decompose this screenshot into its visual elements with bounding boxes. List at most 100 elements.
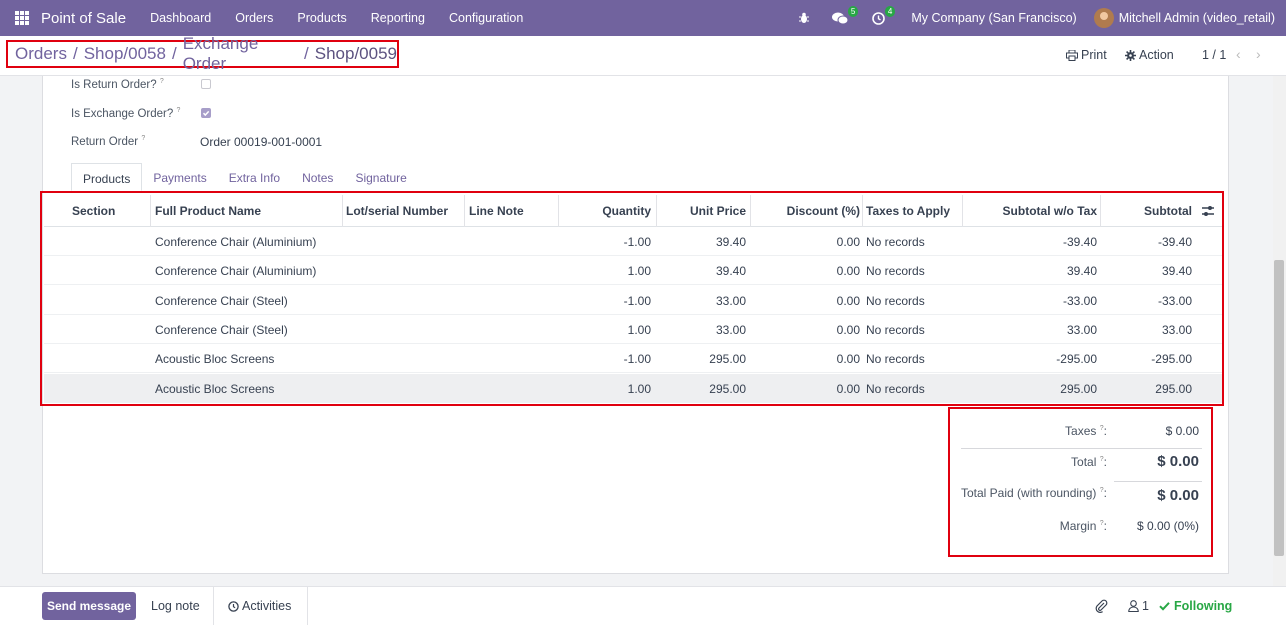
followers-button[interactable]: 1 xyxy=(1128,587,1149,625)
margin-value: $ 0.00 (0%) xyxy=(1136,519,1199,533)
cell-quantity: -1.00 xyxy=(623,352,651,367)
cell-subtotal-wo-tax: 39.40 xyxy=(1066,264,1097,279)
col-quantity[interactable]: Quantity xyxy=(602,204,651,218)
cell-subtotal-wo-tax: -39.40 xyxy=(1062,235,1097,249)
menu-reporting[interactable]: Reporting xyxy=(359,11,437,25)
cell-taxes: No records xyxy=(866,352,925,367)
activities-clock-icon[interactable]: 4 xyxy=(872,5,896,25)
pager-next-icon[interactable]: › xyxy=(1256,46,1261,62)
user-avatar[interactable] xyxy=(1093,8,1114,28)
cell-unit-price: 295.00 xyxy=(709,352,746,367)
log-note-button[interactable]: Log note xyxy=(151,587,200,625)
cell-discount: 0.00 xyxy=(836,322,860,337)
menu-configuration[interactable]: Configuration xyxy=(437,11,535,25)
menu-dashboard[interactable]: Dashboard xyxy=(138,11,223,25)
print-icon xyxy=(1066,49,1078,61)
gear-icon xyxy=(1125,49,1136,61)
cell-quantity: 1.00 xyxy=(627,322,651,337)
col-subtotal-wo-tax[interactable]: Subtotal w/o Tax xyxy=(1003,204,1097,218)
cell-quantity: -1.00 xyxy=(623,293,651,308)
table-header: Section Full Product Name Lot/serial Num… xyxy=(44,195,1222,227)
top-navbar: Point of Sale Dashboard Orders Products … xyxy=(0,0,1286,36)
table-row[interactable]: Conference Chair (Aluminium) -1.00 39.40 0.… xyxy=(44,227,1222,256)
breadcrumb-separator: / xyxy=(171,44,177,63)
user-menu[interactable]: Mitchell Admin (video_retail) xyxy=(1119,11,1275,25)
cell-subtotal: 295.00 xyxy=(1155,381,1192,396)
breadcrumb-orders[interactable]: Orders xyxy=(15,44,67,64)
cell-taxes: No records xyxy=(866,381,925,396)
total-paid-value: $ 0.00 xyxy=(1157,487,1199,504)
messages-icon[interactable]: 5 xyxy=(832,5,859,25)
cell-product-name: Conference Chair (Aluminium) xyxy=(155,264,317,279)
apps-menu-icon[interactable] xyxy=(15,11,29,25)
cell-taxes: No records xyxy=(866,293,925,308)
taxes-label: Taxes ?: xyxy=(1065,424,1107,438)
cell-unit-price: 39.40 xyxy=(715,235,746,249)
col-taxes-to-apply[interactable]: Taxes to Apply xyxy=(866,204,950,218)
breadcrumb: Orders / Shop/0058 / Exchange Order / Sh… xyxy=(6,34,399,73)
activities-label: Activities xyxy=(242,599,292,613)
send-message-button[interactable]: Send message xyxy=(42,592,136,620)
cell-subtotal-wo-tax: -295.00 xyxy=(1056,352,1097,367)
cell-subtotal: 33.00 xyxy=(1161,322,1192,337)
cell-subtotal: 39.40 xyxy=(1161,264,1192,279)
is-return-order-checkbox[interactable] xyxy=(201,79,211,89)
cell-product-name: Acoustic Bloc Screens xyxy=(155,381,275,396)
checkmark-icon xyxy=(202,110,210,117)
col-line-note[interactable]: Line Note xyxy=(469,204,524,218)
return-order-label: Return Order ? xyxy=(71,135,146,148)
cell-taxes: No records xyxy=(866,322,925,337)
action-label: Action xyxy=(1139,48,1174,62)
user-icon xyxy=(1128,600,1139,612)
cell-subtotal: -33.00 xyxy=(1157,293,1192,308)
app-name[interactable]: Point of Sale xyxy=(41,10,126,27)
return-order-value[interactable]: Order 00019-001-0001 xyxy=(200,135,322,149)
pager-previous-icon[interactable]: ‹ xyxy=(1236,46,1241,62)
col-unit-price[interactable]: Unit Price xyxy=(690,204,746,218)
debug-bug-icon[interactable] xyxy=(798,12,810,24)
cell-subtotal: -295.00 xyxy=(1151,352,1192,367)
clock-icon xyxy=(228,600,239,612)
tab-extra-info[interactable]: Extra Info xyxy=(218,163,291,191)
tab-notes[interactable]: Notes xyxy=(291,163,344,191)
cell-product-name: Conference Chair (Aluminium) xyxy=(155,235,317,249)
col-subtotal[interactable]: Subtotal xyxy=(1144,204,1192,218)
menu-orders[interactable]: Orders xyxy=(223,11,285,25)
cell-subtotal-wo-tax: 295.00 xyxy=(1060,381,1097,396)
breadcrumb-shop-0058[interactable]: Shop/0058 xyxy=(84,44,166,64)
menu-products[interactable]: Products xyxy=(285,11,358,25)
cell-unit-price: 39.40 xyxy=(715,264,746,279)
optional-columns-toggle-icon[interactable] xyxy=(1201,205,1215,217)
cell-product-name: Acoustic Bloc Screens xyxy=(155,352,275,367)
attachment-paperclip-icon[interactable] xyxy=(1094,587,1108,625)
tab-products[interactable]: Products xyxy=(71,163,143,191)
company-switcher[interactable]: My Company (San Francisco) xyxy=(911,11,1076,25)
cell-discount: 0.00 xyxy=(836,235,860,249)
table-row[interactable]: Conference Chair (Steel) -1.00 33.00 0.00 No… xyxy=(44,286,1222,315)
table-row[interactable]: Acoustic Bloc Screens -1.00 295.00 0.00 No r… xyxy=(44,344,1222,374)
cell-taxes: No records xyxy=(866,235,925,249)
print-button[interactable]: Print xyxy=(1066,48,1107,62)
table-row[interactable]: Conference Chair (Aluminium) 1.00 39.40 0.0… xyxy=(44,256,1222,286)
scrollbar-thumb[interactable] xyxy=(1274,260,1284,556)
total-paid-label: Total Paid (with rounding) ?: xyxy=(961,486,1107,500)
activities-button[interactable]: Activities xyxy=(228,587,291,625)
table-row[interactable]: Acoustic Bloc Screens 1.00 295.00 0.00 No re… xyxy=(44,373,1222,403)
table-row[interactable]: Conference Chair (Steel) 1.00 33.00 0.00 No … xyxy=(44,315,1222,344)
tab-signature[interactable]: Signature xyxy=(344,163,417,191)
col-discount[interactable]: Discount (%) xyxy=(787,204,860,218)
col-lot-serial-number[interactable]: Lot/serial Number xyxy=(346,204,448,218)
pager-value[interactable]: 1 / 1 xyxy=(1202,48,1226,62)
col-full-product-name[interactable]: Full Product Name xyxy=(155,204,261,218)
messages-count-badge: 5 xyxy=(847,5,859,17)
breadcrumb-exchange-order[interactable]: Exchange Order xyxy=(183,34,298,74)
action-button[interactable]: Action xyxy=(1125,48,1174,62)
cell-discount: 0.00 xyxy=(836,352,860,367)
tab-payments[interactable]: Payments xyxy=(142,163,217,191)
cell-discount: 0.00 xyxy=(836,381,860,396)
margin-label: Margin ?: xyxy=(1059,519,1107,533)
following-button[interactable]: Following xyxy=(1159,587,1232,625)
paid-divider xyxy=(1114,481,1202,482)
is-exchange-order-checkbox[interactable] xyxy=(201,108,211,118)
col-section[interactable]: Section xyxy=(72,204,115,218)
